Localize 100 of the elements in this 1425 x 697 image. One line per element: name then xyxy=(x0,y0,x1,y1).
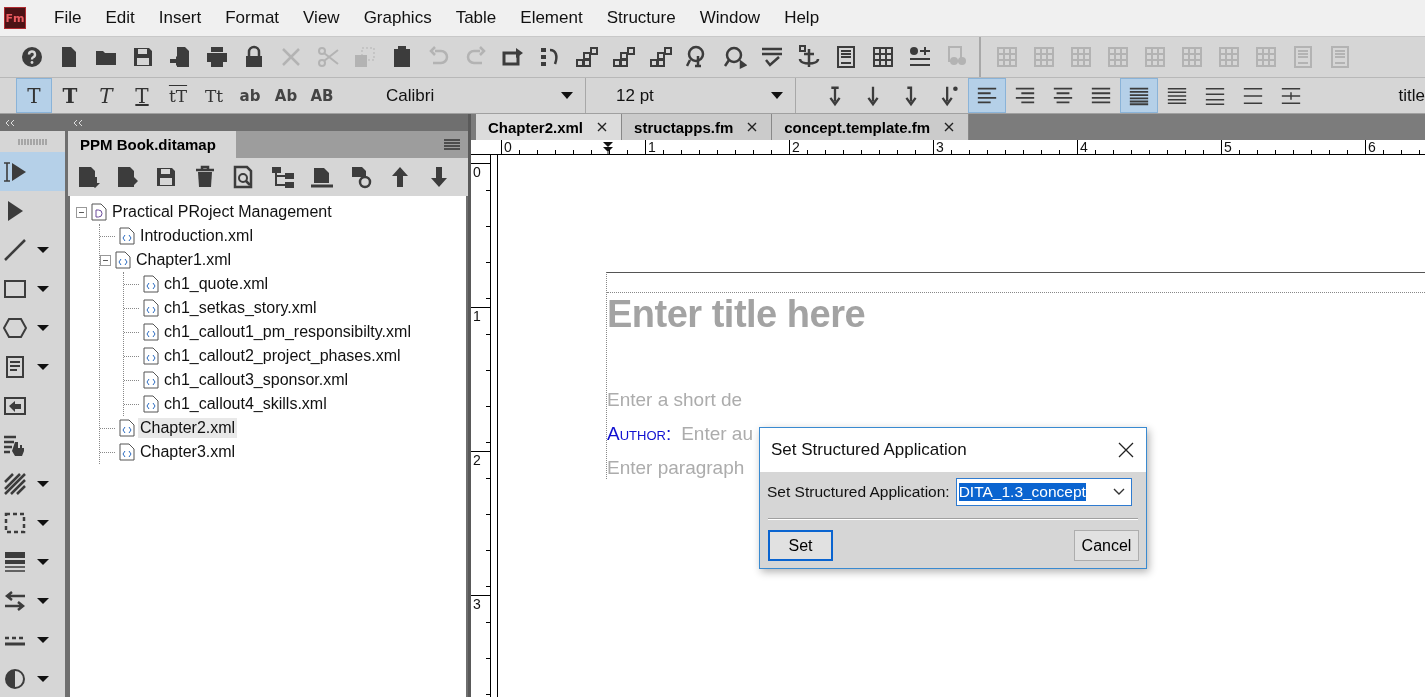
spellcheck-icon[interactable] xyxy=(760,45,784,69)
text-style-button[interactable]: tT xyxy=(160,78,196,113)
menu-item[interactable]: Format xyxy=(213,8,292,28)
panel-tab[interactable]: PPM Book.ditamap xyxy=(68,131,236,158)
ruler-number: 6 xyxy=(1367,139,1376,155)
anchor-icon[interactable] xyxy=(797,45,821,69)
application-dropdown[interactable]: DITA_1.3_concept xyxy=(955,478,1132,506)
collapse-icon[interactable] xyxy=(72,118,84,127)
text-style-button[interactable]: ab xyxy=(232,78,268,113)
dropdown-caret-icon[interactable] xyxy=(37,363,49,370)
text-style-button[interactable]: Ab xyxy=(268,78,304,113)
trash-icon[interactable] xyxy=(193,165,217,189)
tree-item[interactable]: Chapter2.xml xyxy=(138,418,238,438)
dropdown-caret-icon[interactable] xyxy=(37,519,49,526)
tree-item[interactable]: ch1_callout2_project_phases.xml xyxy=(162,346,403,366)
dashed-square-icon[interactable] xyxy=(3,510,27,535)
tree-item[interactable]: Chapter1.xml xyxy=(134,250,234,270)
dropdown-caret-icon[interactable] xyxy=(37,324,49,331)
save-icon[interactable] xyxy=(154,165,178,189)
menu-item[interactable]: Edit xyxy=(93,8,147,28)
close-icon[interactable] xyxy=(597,122,608,132)
help-icon[interactable] xyxy=(20,45,44,69)
line-weights-icon[interactable] xyxy=(3,549,27,574)
tree-item[interactable]: ch1_quote.xml xyxy=(162,274,271,294)
author-label: Author: xyxy=(607,423,672,445)
menu-item[interactable]: Window xyxy=(687,8,773,28)
search-icon[interactable] xyxy=(723,45,747,69)
text-style-button[interactable]: AB xyxy=(304,78,340,113)
boxes-icon[interactable] xyxy=(575,45,599,69)
list-icon[interactable] xyxy=(908,45,932,69)
ruler-number: 3 xyxy=(935,139,944,155)
menu-icon[interactable] xyxy=(444,138,460,151)
font-size-dropdown[interactable]: 12 pt xyxy=(616,78,796,113)
tree-item[interactable]: ch1_callout4_skills.xml xyxy=(162,394,329,414)
hexagon-icon[interactable] xyxy=(3,315,27,340)
document-tab[interactable]: structapps.fm xyxy=(622,114,773,140)
chevron-down-icon[interactable] xyxy=(1112,488,1125,496)
document-arrow-icon[interactable] xyxy=(76,165,100,189)
menu-item[interactable]: Element xyxy=(508,8,595,28)
document-tab[interactable]: concept.template.fm xyxy=(772,114,970,140)
menu-item[interactable]: Insert xyxy=(146,8,214,28)
collapse-toggle-icon[interactable] xyxy=(76,206,87,218)
save-icon[interactable] xyxy=(131,45,155,69)
collapse-icon[interactable] xyxy=(4,118,16,127)
table-icon[interactable] xyxy=(871,45,895,69)
collapse-toggle-icon[interactable] xyxy=(100,254,111,266)
paragraph-tag[interactable]: title xyxy=(1398,85,1425,106)
text-cursor-arrow-icon[interactable] xyxy=(3,159,27,184)
dropdown-caret-icon[interactable] xyxy=(37,480,49,487)
dialog-title: Set Structured Application xyxy=(771,440,967,460)
dropdown-caret-icon[interactable] xyxy=(37,675,49,682)
swap-arrows-icon[interactable] xyxy=(3,588,27,613)
document-tab[interactable]: Chapter2.xml xyxy=(476,114,623,140)
dropdown-caret-icon[interactable] xyxy=(771,92,783,99)
document-arrow-icon[interactable] xyxy=(168,45,192,69)
close-icon[interactable] xyxy=(944,122,955,132)
dropdown-caret-icon[interactable] xyxy=(37,558,49,565)
text-style-button[interactable]: T xyxy=(52,78,88,113)
line-icon[interactable] xyxy=(3,237,27,262)
stack-icon[interactable] xyxy=(310,165,334,189)
boxes-icon[interactable] xyxy=(649,45,673,69)
tree-item[interactable]: ch1_callout3_sponsor.xml xyxy=(162,370,351,390)
repeat-icon[interactable] xyxy=(501,45,525,69)
dialog-button[interactable]: Cancel xyxy=(1074,530,1139,561)
menu-item[interactable]: File xyxy=(42,8,94,28)
tree-item[interactable]: Introduction.xml xyxy=(138,226,255,246)
dropdown-caret-icon[interactable] xyxy=(37,285,49,292)
grip-icon[interactable] xyxy=(17,138,48,145)
menu-item[interactable]: Table xyxy=(443,8,509,28)
close-icon[interactable] xyxy=(747,122,758,132)
hatch-icon[interactable] xyxy=(3,471,27,496)
field-label: Set Structured Application: xyxy=(767,483,950,501)
close-icon[interactable] xyxy=(1118,442,1134,458)
text-style-button[interactable]: T xyxy=(16,78,52,113)
dropdown-caret-icon[interactable] xyxy=(37,636,49,643)
dialog-button[interactable]: Set xyxy=(768,530,833,561)
tree-item[interactable]: Chapter3.xml xyxy=(138,442,238,462)
dropdown-caret-icon[interactable] xyxy=(561,92,573,99)
text-frame-icon[interactable] xyxy=(3,354,27,379)
document-arrow-icon[interactable] xyxy=(115,165,139,189)
menu-item[interactable]: Help xyxy=(772,8,832,28)
dropdown-caret-icon[interactable] xyxy=(37,597,49,604)
boxes-icon[interactable] xyxy=(612,45,636,69)
page-icon[interactable] xyxy=(834,45,858,69)
menu-item[interactable]: Structure xyxy=(594,8,688,28)
app-logo: Fm xyxy=(4,7,26,29)
menu-item[interactable]: Graphics xyxy=(351,8,444,28)
indent-marker-icon[interactable] xyxy=(603,142,613,154)
printer-icon[interactable] xyxy=(205,45,229,69)
font-dropdown[interactable]: Calibri xyxy=(386,78,586,113)
tree-icon[interactable] xyxy=(271,165,295,189)
text-style-button[interactable]: T xyxy=(124,78,160,113)
menu-item[interactable]: View xyxy=(291,8,352,28)
contrast-icon[interactable] xyxy=(3,666,27,691)
tree-item[interactable]: ch1_setkas_story.xml xyxy=(162,298,319,318)
dropdown-caret-icon[interactable] xyxy=(37,246,49,253)
text-style-button[interactable]: T xyxy=(88,78,124,113)
text-style-button[interactable]: Tt xyxy=(196,78,232,113)
tree-item[interactable]: Practical PRoject Management xyxy=(110,202,334,222)
tree-item[interactable]: ch1_callout1_pm_responsibilty.xml xyxy=(162,322,413,342)
